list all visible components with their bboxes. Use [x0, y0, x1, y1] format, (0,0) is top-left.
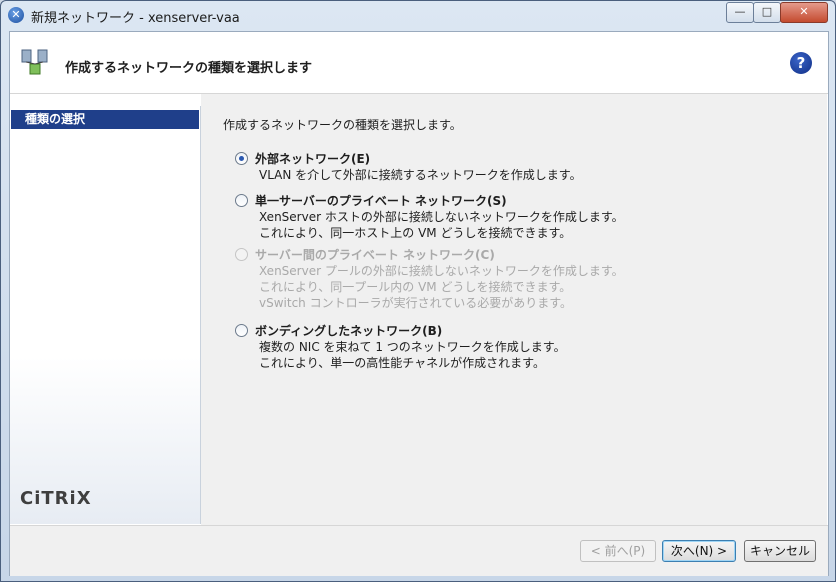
dialog-window: ✕ 新規ネットワーク - xenserver-vaa — □ ✕ 作成するネット… — [0, 0, 836, 582]
page-title: 作成するネットワークの種類を選択します — [65, 61, 313, 76]
minimize-button[interactable]: — — [726, 2, 754, 23]
wizard-steps-sidebar: 種類の選択 CiTRiX — [10, 106, 201, 524]
option-label[interactable]: 単一サーバーのプライベート ネットワーク(S) — [255, 192, 507, 209]
option-description: XenServer ホストの外部に接続しないネットワークを作成します。 — [259, 210, 624, 224]
option-label: サーバー間のプライベート ネットワーク(C) — [255, 248, 495, 262]
cancel-button[interactable]: キャンセル — [744, 540, 816, 562]
option-description: vSwitch コントローラが実行されている必要があります。 — [259, 296, 573, 310]
wizard-header: 作成するネットワークの種類を選択します ? — [10, 32, 828, 94]
intro-text: 作成するネットワークの種類を選択します。 — [223, 118, 462, 132]
option-label[interactable]: 外部ネットワーク(E) — [255, 150, 370, 167]
maximize-button[interactable]: □ — [753, 2, 781, 23]
title-bar[interactable]: ✕ 新規ネットワーク - xenserver-vaa — □ ✕ — [1, 1, 835, 29]
button-bar: < 前へ(P) 次へ(N) > キャンセル — [10, 525, 828, 576]
radio-single-server-private[interactable] — [235, 194, 248, 207]
radio-bonded-network[interactable] — [235, 324, 248, 337]
xenserver-app-icon: ✕ — [8, 7, 24, 23]
citrix-logo: CiTRiX — [20, 488, 92, 509]
option-description: これにより、単一の高性能チャネルが作成されます。 — [259, 356, 545, 370]
network-icon — [21, 49, 48, 75]
next-button[interactable]: 次へ(N) > — [662, 540, 736, 562]
back-button[interactable]: < 前へ(P) — [580, 540, 656, 562]
dialog-content: 作成するネットワークの種類を選択します ? 種類の選択 CiTRiX 作成するネ… — [9, 31, 829, 576]
option-description: これにより、同一ホスト上の VM どうしを接続できます。 — [259, 226, 572, 240]
option-description: VLAN を介して外部に接続するネットワークを作成します。 — [259, 168, 582, 182]
radio-external-network[interactable] — [235, 152, 248, 165]
radio-cross-server-private — [235, 248, 248, 261]
option-description: これにより、同一プール内の VM どうしを接続できます。 — [259, 280, 572, 294]
help-icon[interactable]: ? — [790, 52, 812, 74]
option-label[interactable]: ボンディングしたネットワーク(B) — [255, 322, 442, 339]
sidebar-item-type-selection[interactable]: 種類の選択 — [11, 110, 199, 129]
main-panel: 作成するネットワークの種類を選択します。 外部ネットワーク(E) VLAN を介… — [201, 94, 827, 525]
close-button[interactable]: ✕ — [780, 2, 828, 23]
option-description: 複数の NIC を束ねて 1 つのネットワークを作成します。 — [259, 340, 566, 354]
window-title: 新規ネットワーク - xenserver-vaa — [31, 11, 240, 26]
option-description: XenServer プールの外部に接続しないネットワークを作成します。 — [259, 264, 624, 278]
